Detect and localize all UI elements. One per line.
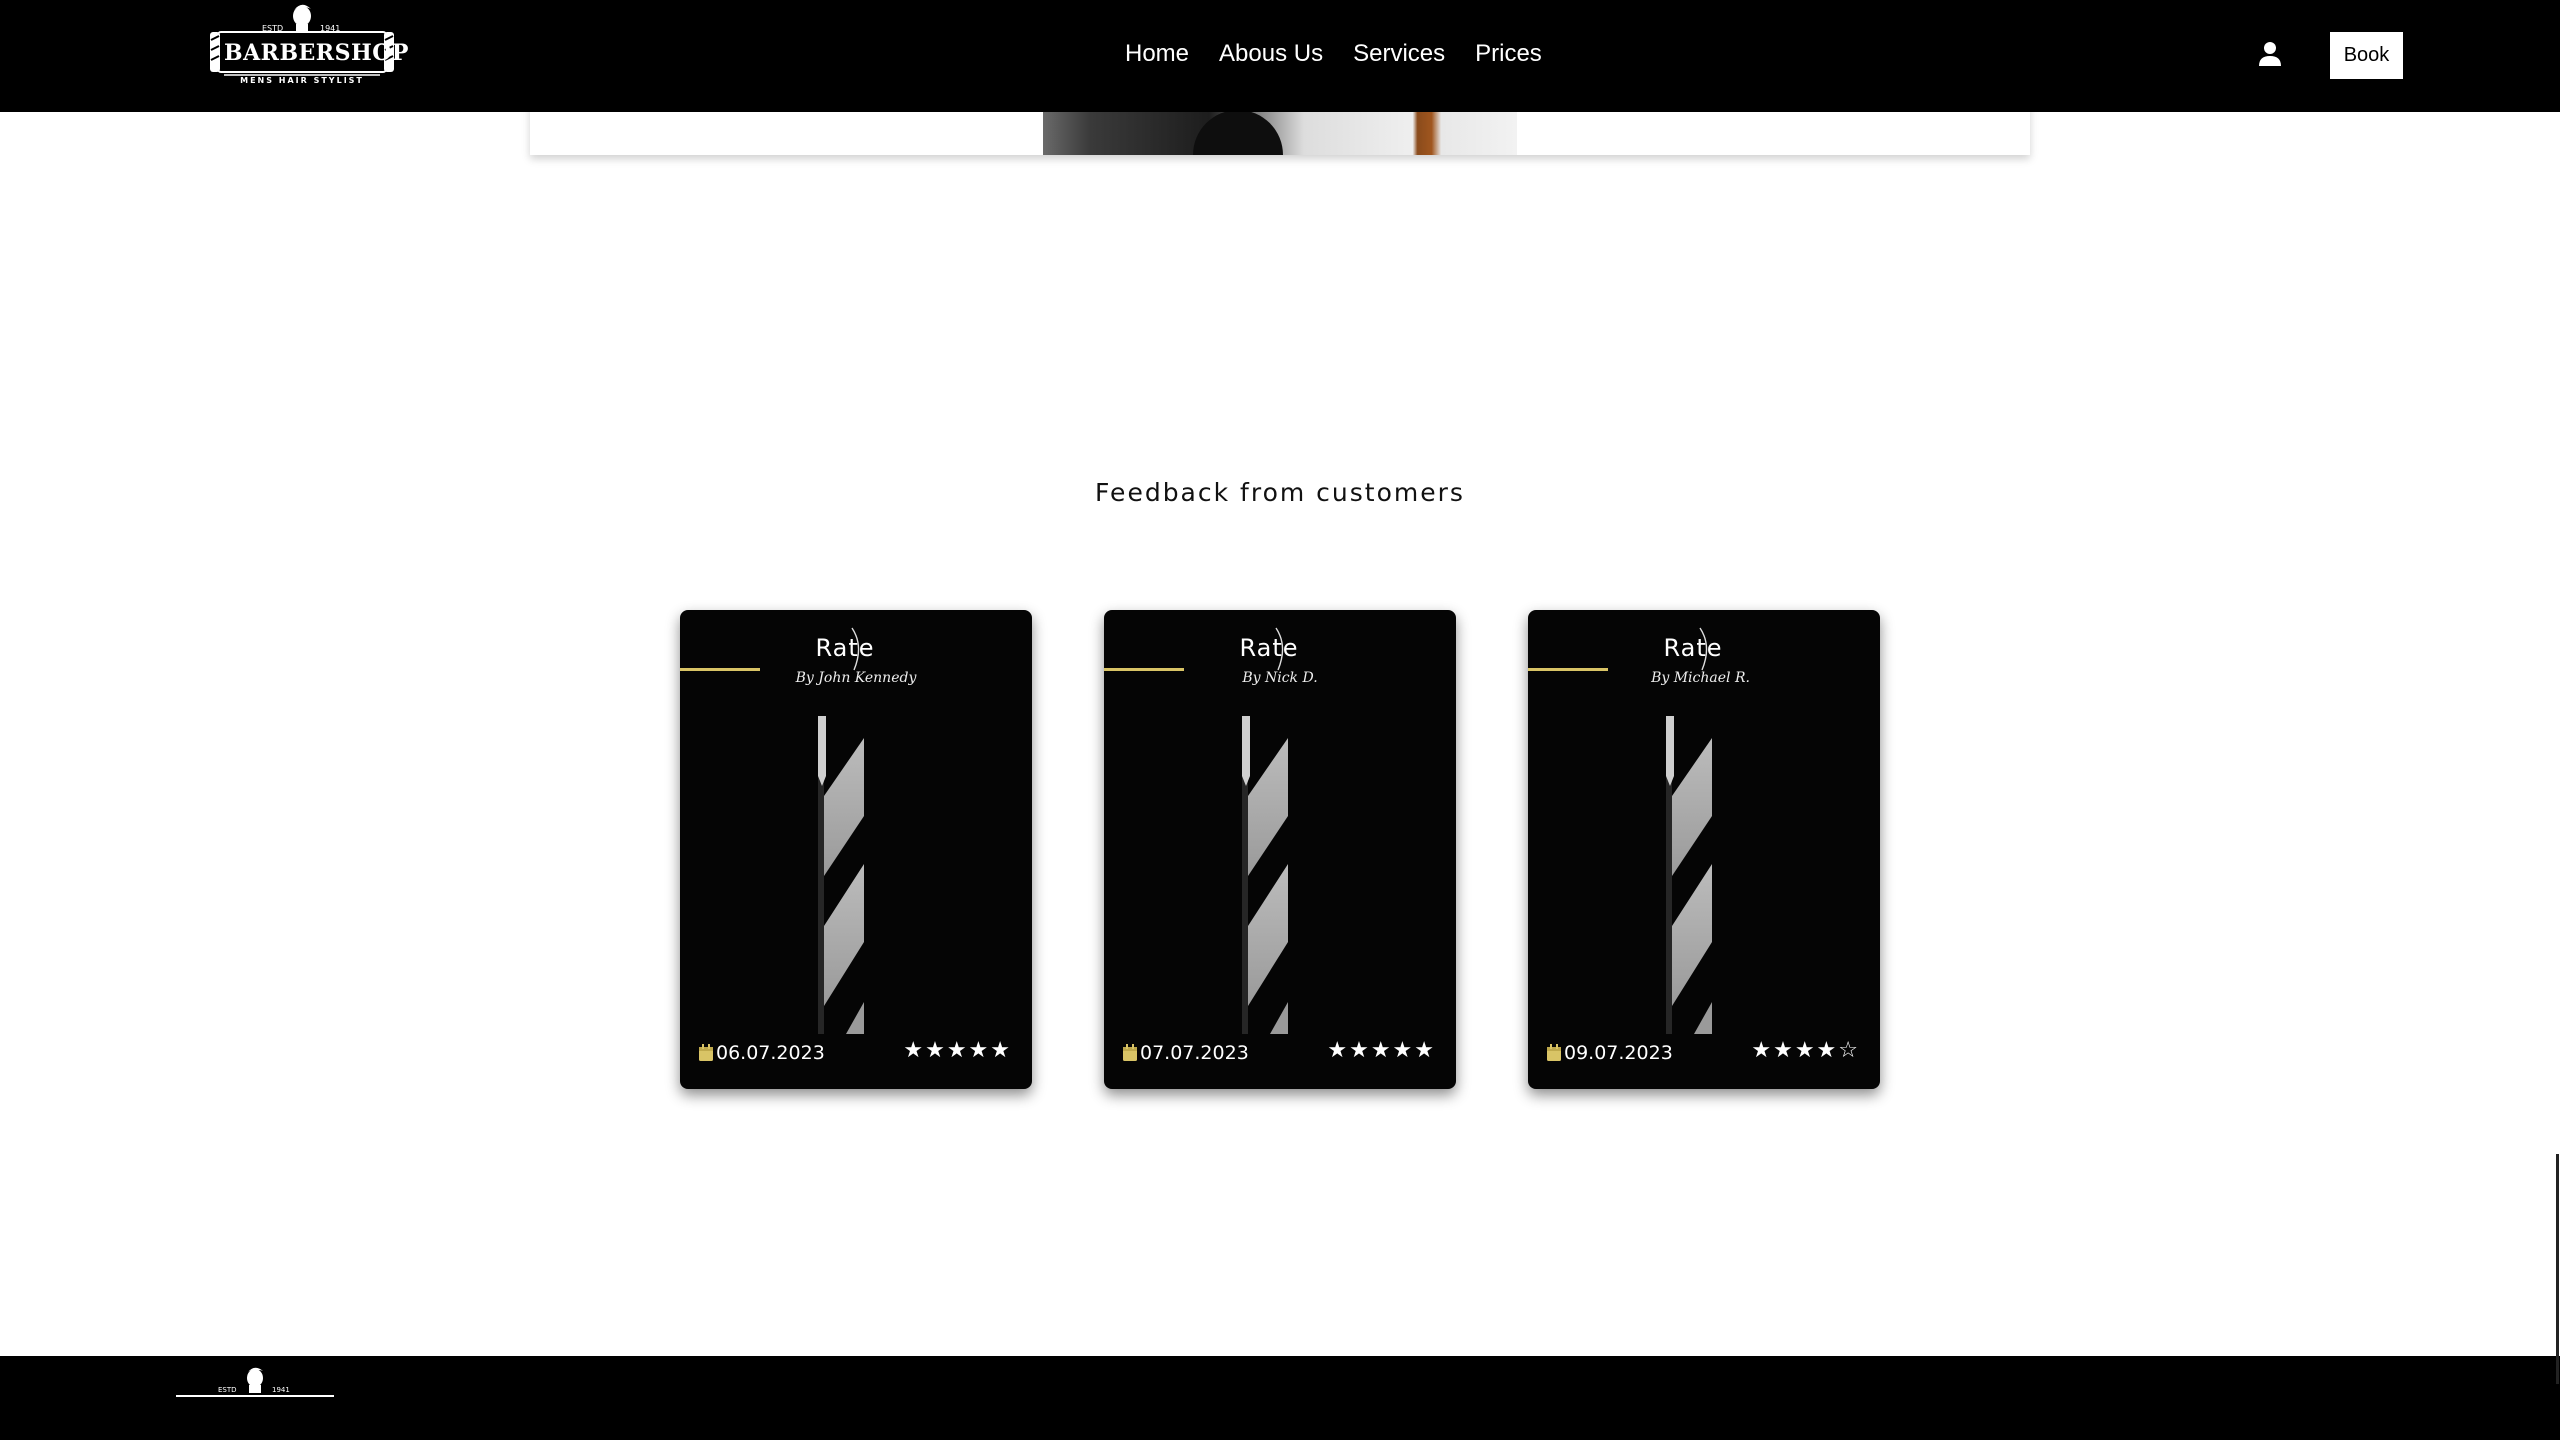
card-stars: ★★★★☆ (1751, 1038, 1860, 1063)
footer-logo-emblem-icon (176, 1367, 334, 1397)
card-heading: Rate (1663, 634, 1723, 662)
scrollbar-thumb[interactable] (2556, 1154, 2559, 1384)
logo-year: 1941 (320, 24, 341, 33)
card-date: 06.07.2023 (698, 1042, 825, 1064)
site-header: ESTD 1941 BARBERSHOP MENS HAIR STYLIST H… (0, 0, 2560, 112)
card-curl-icon (1699, 627, 1708, 671)
calendar-icon (699, 1044, 713, 1061)
book-button[interactable]: Book (2330, 32, 2403, 79)
nav-about-us[interactable]: Abous Us (1219, 40, 1323, 68)
footer-logo[interactable]: ESTD 1941 (170, 1366, 340, 1440)
feedback-title: Feedback from customers (1095, 478, 1465, 507)
card-stars: ★★★★★ (903, 1038, 1012, 1063)
card-curl-icon (1275, 627, 1284, 671)
card-date-text: 06.07.2023 (716, 1042, 825, 1064)
feedback-card[interactable]: Rate By John Kennedy 06.07.2023 ★★★★★ (680, 610, 1032, 1089)
footer-logo-year: 1941 (272, 1386, 290, 1394)
barber-pole-icon (1666, 716, 1712, 1034)
barber-pole-icon (1242, 716, 1288, 1034)
user-icon[interactable] (2256, 40, 2284, 68)
footer-logo-estd: ESTD (218, 1386, 237, 1394)
barbershop-logo[interactable]: ESTD 1941 BARBERSHOP MENS HAIR STYLIST (210, 2, 409, 90)
card-date: 07.07.2023 (1122, 1042, 1249, 1064)
main-nav: Home Abous Us Services Prices (1125, 40, 1542, 68)
barber-pole-icon (818, 716, 864, 1034)
logo-tagline: MENS HAIR STYLIST (240, 76, 364, 85)
card-heading: Rate (1239, 634, 1299, 662)
calendar-icon (1547, 1044, 1561, 1061)
feedback-card[interactable]: Rate By Nick D. 07.07.2023 ★★★★★ (1104, 610, 1456, 1089)
nav-services[interactable]: Services (1353, 40, 1445, 68)
card-date-text: 07.07.2023 (1140, 1042, 1249, 1064)
card-author: By John Kennedy (795, 670, 917, 686)
logo-estd: ESTD (262, 24, 284, 33)
feedback-card[interactable]: Rate By Michael R. 09.07.2023 ★★★★☆ (1528, 610, 1880, 1089)
nav-home[interactable]: Home (1125, 40, 1189, 68)
card-curl-icon (851, 627, 860, 671)
card-date-text: 09.07.2023 (1564, 1042, 1673, 1064)
card-stars: ★★★★★ (1327, 1038, 1436, 1063)
card-author: By Michael R. (1651, 670, 1750, 686)
calendar-icon (1123, 1044, 1137, 1061)
card-author: By Nick D. (1242, 670, 1318, 686)
nav-prices[interactable]: Prices (1475, 40, 1542, 68)
site-footer: ESTD 1941 (0, 1356, 2560, 1440)
logo-brand: BARBERSHOP (224, 40, 409, 66)
card-heading: Rate (815, 634, 875, 662)
card-date: 09.07.2023 (1546, 1042, 1673, 1064)
